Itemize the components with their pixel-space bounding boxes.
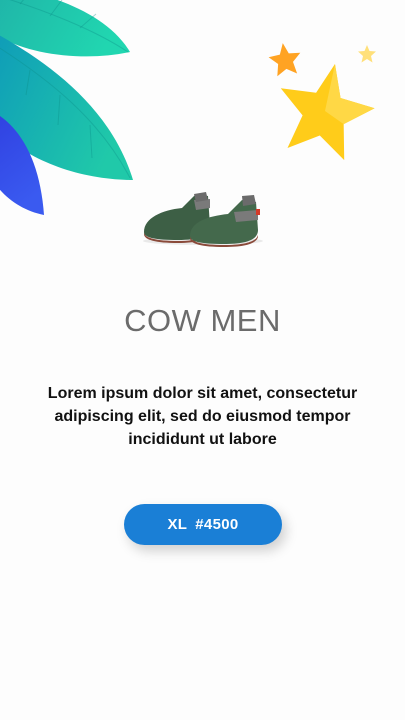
leaves-decoration-icon: [0, 0, 133, 215]
product-title: COW MEN: [124, 303, 281, 338]
product-description: Lorem ipsum dolor sit amet, consectetur …: [47, 385, 358, 448]
stars-decoration-icon: [268, 43, 376, 161]
price-label: #4500: [195, 516, 239, 533]
size-label: XL: [167, 516, 188, 533]
product-detail-screen: COW MEN Lorem ipsum dolor sit amet, cons…: [0, 0, 405, 720]
size-price-button[interactable]: XL #4500: [124, 504, 282, 545]
baby-shoes-image: [143, 192, 263, 247]
